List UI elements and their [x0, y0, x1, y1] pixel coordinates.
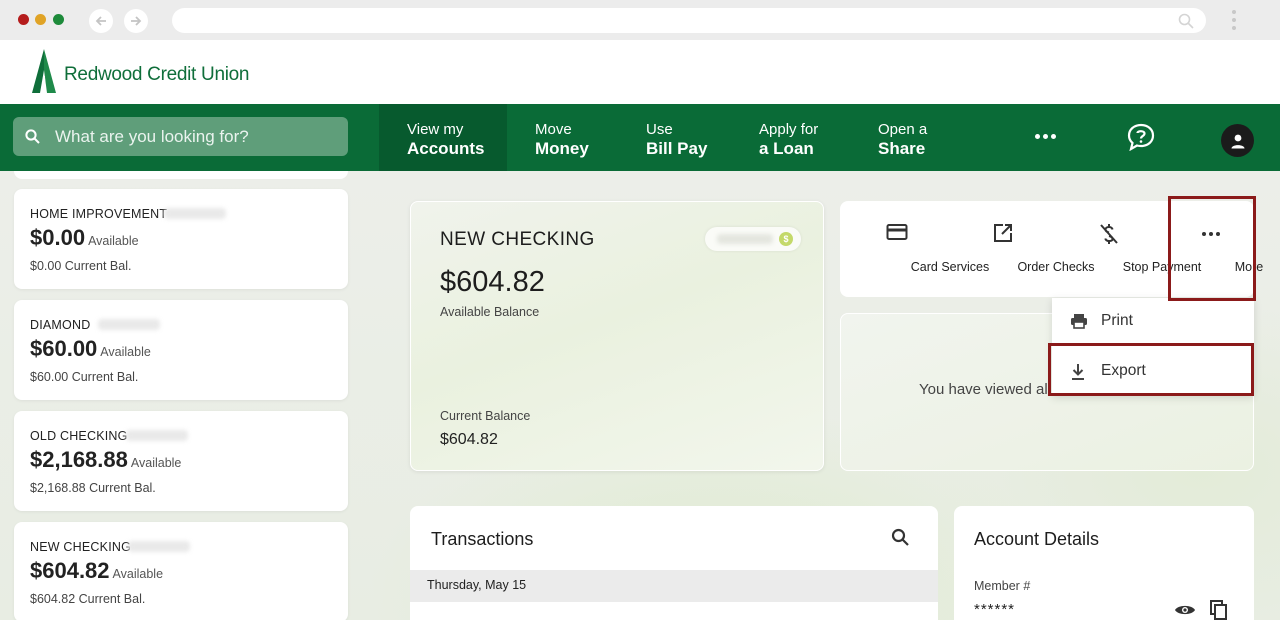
nav-bill-pay[interactable]: Use Bill Pay: [617, 104, 729, 171]
account-available-amount: $2,168.88 Available: [30, 447, 182, 472]
menu-item-label: Print: [1101, 312, 1133, 329]
nav-label-top: Open a: [878, 121, 928, 138]
available-balance-amount: $604.82: [440, 266, 545, 298]
card-services-button[interactable]: Card Services: [844, 201, 989, 297]
eye-icon[interactable]: [1174, 603, 1196, 617]
current-balance-label: Current Balance: [440, 409, 531, 423]
account-number-masked: [98, 319, 160, 330]
account-available-amount: $60.00 Available: [30, 336, 151, 361]
account-name: HOME IMPROVEMENT: [30, 207, 168, 221]
account-card-home-improvement[interactable]: HOME IMPROVEMENT $0.00 Available $0.00 Cu…: [14, 189, 348, 289]
browser-toolbar: [0, 0, 1280, 40]
dollar-coin-icon: $: [779, 232, 793, 246]
account-available-amount: $0.00 Available: [30, 225, 139, 250]
transactions-title: Transactions: [431, 529, 534, 549]
browser-menu-icon[interactable]: [1228, 8, 1240, 34]
account-available-amount: $604.82 Available: [30, 558, 164, 583]
no-dollar-icon: [1100, 224, 1118, 244]
address-bar[interactable]: [172, 8, 1206, 33]
user-avatar-icon[interactable]: [1221, 124, 1254, 157]
nav-label-bottom: Accounts: [407, 139, 485, 158]
account-number-masked: [164, 208, 226, 219]
copy-icon[interactable]: [1210, 600, 1228, 620]
current-balance-amount: $604.82: [440, 431, 498, 448]
account-card-partial: [14, 171, 348, 179]
account-number-badge[interactable]: $: [705, 227, 801, 251]
credit-card-icon: [886, 224, 908, 240]
menu-item-print[interactable]: Print: [1052, 298, 1254, 346]
account-current-balance: $60.00 Current Bal.: [30, 370, 139, 384]
external-link-icon: [994, 224, 1012, 242]
nav-label-top: Move: [535, 121, 572, 138]
nav-label-top: View my: [407, 121, 464, 138]
nav-view-accounts[interactable]: View my Accounts: [379, 104, 507, 171]
arrow-left-icon: [95, 16, 106, 26]
nav-open-share[interactable]: Open a Share: [851, 104, 961, 171]
nav-label-bottom: a Loan: [759, 139, 814, 158]
redwood-tree-icon: [32, 49, 56, 93]
account-number-masked: [128, 541, 190, 552]
account-name: DIAMOND: [30, 318, 91, 332]
site-search-input[interactable]: What are you looking for?: [13, 117, 348, 156]
nav-move-money[interactable]: Move Money: [507, 104, 617, 171]
nav-label-top: Use: [646, 121, 673, 138]
account-current-balance: $2,168.88 Current Bal.: [30, 481, 156, 495]
account-card-old-checking[interactable]: OLD CHECKING $2,168.88 Available $2,168.8…: [14, 411, 348, 511]
nav-label-bottom: Share: [878, 139, 926, 158]
nav-apply-loan[interactable]: Apply for a Loan: [729, 104, 851, 171]
account-card-new-checking[interactable]: NEW CHECKING $604.82 Available $604.82 Cu…: [14, 522, 348, 620]
available-balance-label: Available Balance: [440, 305, 540, 319]
date-header-label: Thursday, May 15: [427, 578, 527, 592]
selected-account-card: NEW CHECKING $ $604.82 Available Balance…: [410, 201, 824, 471]
account-card-diamond[interactable]: DIAMOND $60.00 Available $60.00 Current B…: [14, 300, 348, 400]
selected-account-title: NEW CHECKING: [440, 229, 595, 250]
account-number-masked: [717, 234, 773, 244]
search-icon: [25, 129, 40, 144]
minimize-window-dot[interactable]: [35, 14, 46, 25]
account-name: OLD CHECKING: [30, 429, 128, 443]
print-icon: [1071, 314, 1087, 329]
search-icon[interactable]: [891, 528, 910, 547]
help-chat-icon[interactable]: [1126, 123, 1156, 156]
search-placeholder: What are you looking for?: [55, 127, 249, 146]
member-number-value: ******: [974, 601, 1016, 618]
browser-back-button[interactable]: [89, 9, 113, 33]
highlight-export-item: [1048, 343, 1254, 396]
more-nav-icon[interactable]: [1034, 128, 1058, 148]
order-checks-button[interactable]: Order Checks: [950, 201, 1095, 297]
account-current-balance: $604.82 Current Bal.: [30, 592, 146, 606]
account-current-balance: $0.00 Current Bal.: [30, 259, 132, 273]
arrow-right-icon: [131, 16, 142, 26]
search-icon[interactable]: [1178, 13, 1194, 29]
account-number-masked: [126, 430, 188, 441]
main-nav: What are you looking for? View my Accoun…: [0, 104, 1280, 171]
close-window-dot[interactable]: [18, 14, 29, 25]
site-header: Redwood Credit Union: [0, 40, 1280, 104]
logo[interactable]: Redwood Credit Union: [30, 48, 249, 94]
screen: Redwood Credit Union What are you lookin…: [0, 0, 1280, 620]
transaction-date-header: Thursday, May 15: [410, 570, 938, 602]
logo-text: Redwood Credit Union: [64, 64, 250, 85]
account-name: NEW CHECKING: [30, 540, 132, 554]
nav-label-bottom: Bill Pay: [646, 139, 708, 158]
account-details-card: Account Details Member # ******: [954, 506, 1254, 620]
highlight-more-button: [1168, 196, 1256, 301]
nav-label-top: Apply for: [759, 121, 819, 138]
maximize-window-dot[interactable]: [53, 14, 64, 25]
transactions-card: Transactions Thursday, May 15: [410, 506, 938, 620]
member-number-label: Member #: [974, 579, 1031, 593]
browser-forward-button[interactable]: [124, 9, 148, 33]
account-details-title: Account Details: [974, 529, 1100, 549]
stop-payment-button[interactable]: Stop Payment: [1056, 201, 1201, 297]
nav-label-bottom: Money: [535, 139, 589, 158]
viewed-message: You have viewed al: [919, 381, 1048, 398]
